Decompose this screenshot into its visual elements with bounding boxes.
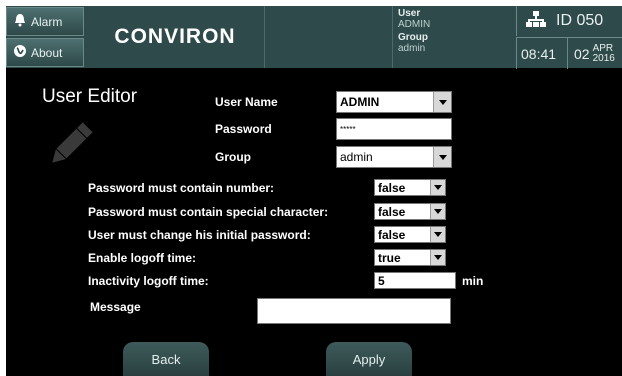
- option-label-number: Password must contain number:: [88, 181, 275, 195]
- day-value: 02: [574, 45, 590, 62]
- apply-button[interactable]: Apply: [326, 342, 412, 376]
- about-label: About: [31, 45, 63, 60]
- year-value: 2016: [592, 52, 615, 64]
- network-icon: [517, 10, 556, 33]
- alarm-button[interactable]: Alarm: [6, 7, 84, 36]
- network-id-panel[interactable]: ID 050: [516, 6, 622, 36]
- group-label: Group: [215, 150, 251, 164]
- page-title: User Editor: [42, 86, 138, 107]
- group-value-header: admin: [398, 43, 426, 54]
- apply-label: Apply: [352, 351, 386, 367]
- group-label-header: Group: [398, 32, 428, 43]
- chevron-down-icon: [430, 250, 445, 265]
- chevron-down-icon: [430, 180, 445, 195]
- clock-panel: 08:41 02 APR 2016: [516, 37, 622, 69]
- group-select[interactable]: admin: [336, 146, 452, 168]
- back-label: Back: [151, 351, 181, 367]
- clock-time: 08:41: [521, 45, 557, 62]
- option-value-logoff: true: [378, 250, 401, 265]
- message-label: Message: [90, 300, 141, 314]
- clock-day: 02 APR 2016: [567, 38, 615, 69]
- chevron-down-icon: [433, 147, 451, 167]
- option-value-number: false: [378, 180, 406, 195]
- option-value-special: false: [378, 204, 406, 219]
- month-year: APR 2016: [592, 42, 615, 64]
- back-button[interactable]: Back: [123, 342, 209, 376]
- option-value-change: false: [378, 227, 406, 242]
- option-select-number[interactable]: false: [374, 179, 446, 196]
- header-bar: Alarm About CONVIRON User ADMIN Group ad…: [6, 6, 622, 69]
- user-info: User ADMIN Group admin: [398, 8, 513, 68]
- globe-icon: [13, 44, 27, 61]
- username-value: ADMIN: [340, 95, 380, 109]
- group-value: admin: [340, 150, 373, 164]
- inactivity-value: 5: [378, 273, 385, 288]
- conviron-logo: CONVIRON: [86, 6, 265, 68]
- user-value: ADMIN: [398, 19, 431, 30]
- password-value: *****: [340, 124, 356, 134]
- password-label: Password: [215, 122, 272, 136]
- option-select-logoff[interactable]: true: [374, 249, 446, 266]
- username-label: User Name: [215, 95, 278, 109]
- pencil-icon: [44, 118, 96, 172]
- inactivity-unit: min: [462, 274, 484, 288]
- month-value: APR: [592, 42, 614, 54]
- option-label-special: Password must contain special character:: [88, 205, 329, 219]
- alarm-label: Alarm: [31, 14, 63, 29]
- inactivity-input[interactable]: 5: [374, 272, 456, 289]
- inactivity-label: Inactivity logoff time:: [88, 274, 209, 288]
- password-field[interactable]: *****: [336, 118, 452, 140]
- message-input[interactable]: [257, 298, 451, 324]
- user-label: User: [398, 8, 421, 19]
- chevron-down-icon: [430, 204, 445, 219]
- screen: Alarm About CONVIRON User ADMIN Group ad…: [6, 6, 622, 376]
- chevron-down-icon: [433, 92, 451, 112]
- option-select-special[interactable]: false: [374, 203, 446, 220]
- about-button[interactable]: About: [6, 38, 84, 67]
- option-select-change[interactable]: false: [374, 226, 446, 243]
- device-id: ID 050: [556, 12, 604, 29]
- username-select[interactable]: ADMIN: [336, 91, 452, 113]
- option-label-logoff: Enable logoff time:: [88, 251, 196, 265]
- logo-text: CONVIRON: [114, 25, 236, 48]
- option-label-change: User must change his initial password:: [88, 228, 311, 242]
- header-blank-panel: [265, 6, 393, 68]
- chevron-down-icon: [430, 227, 445, 242]
- bell-icon: [13, 13, 27, 30]
